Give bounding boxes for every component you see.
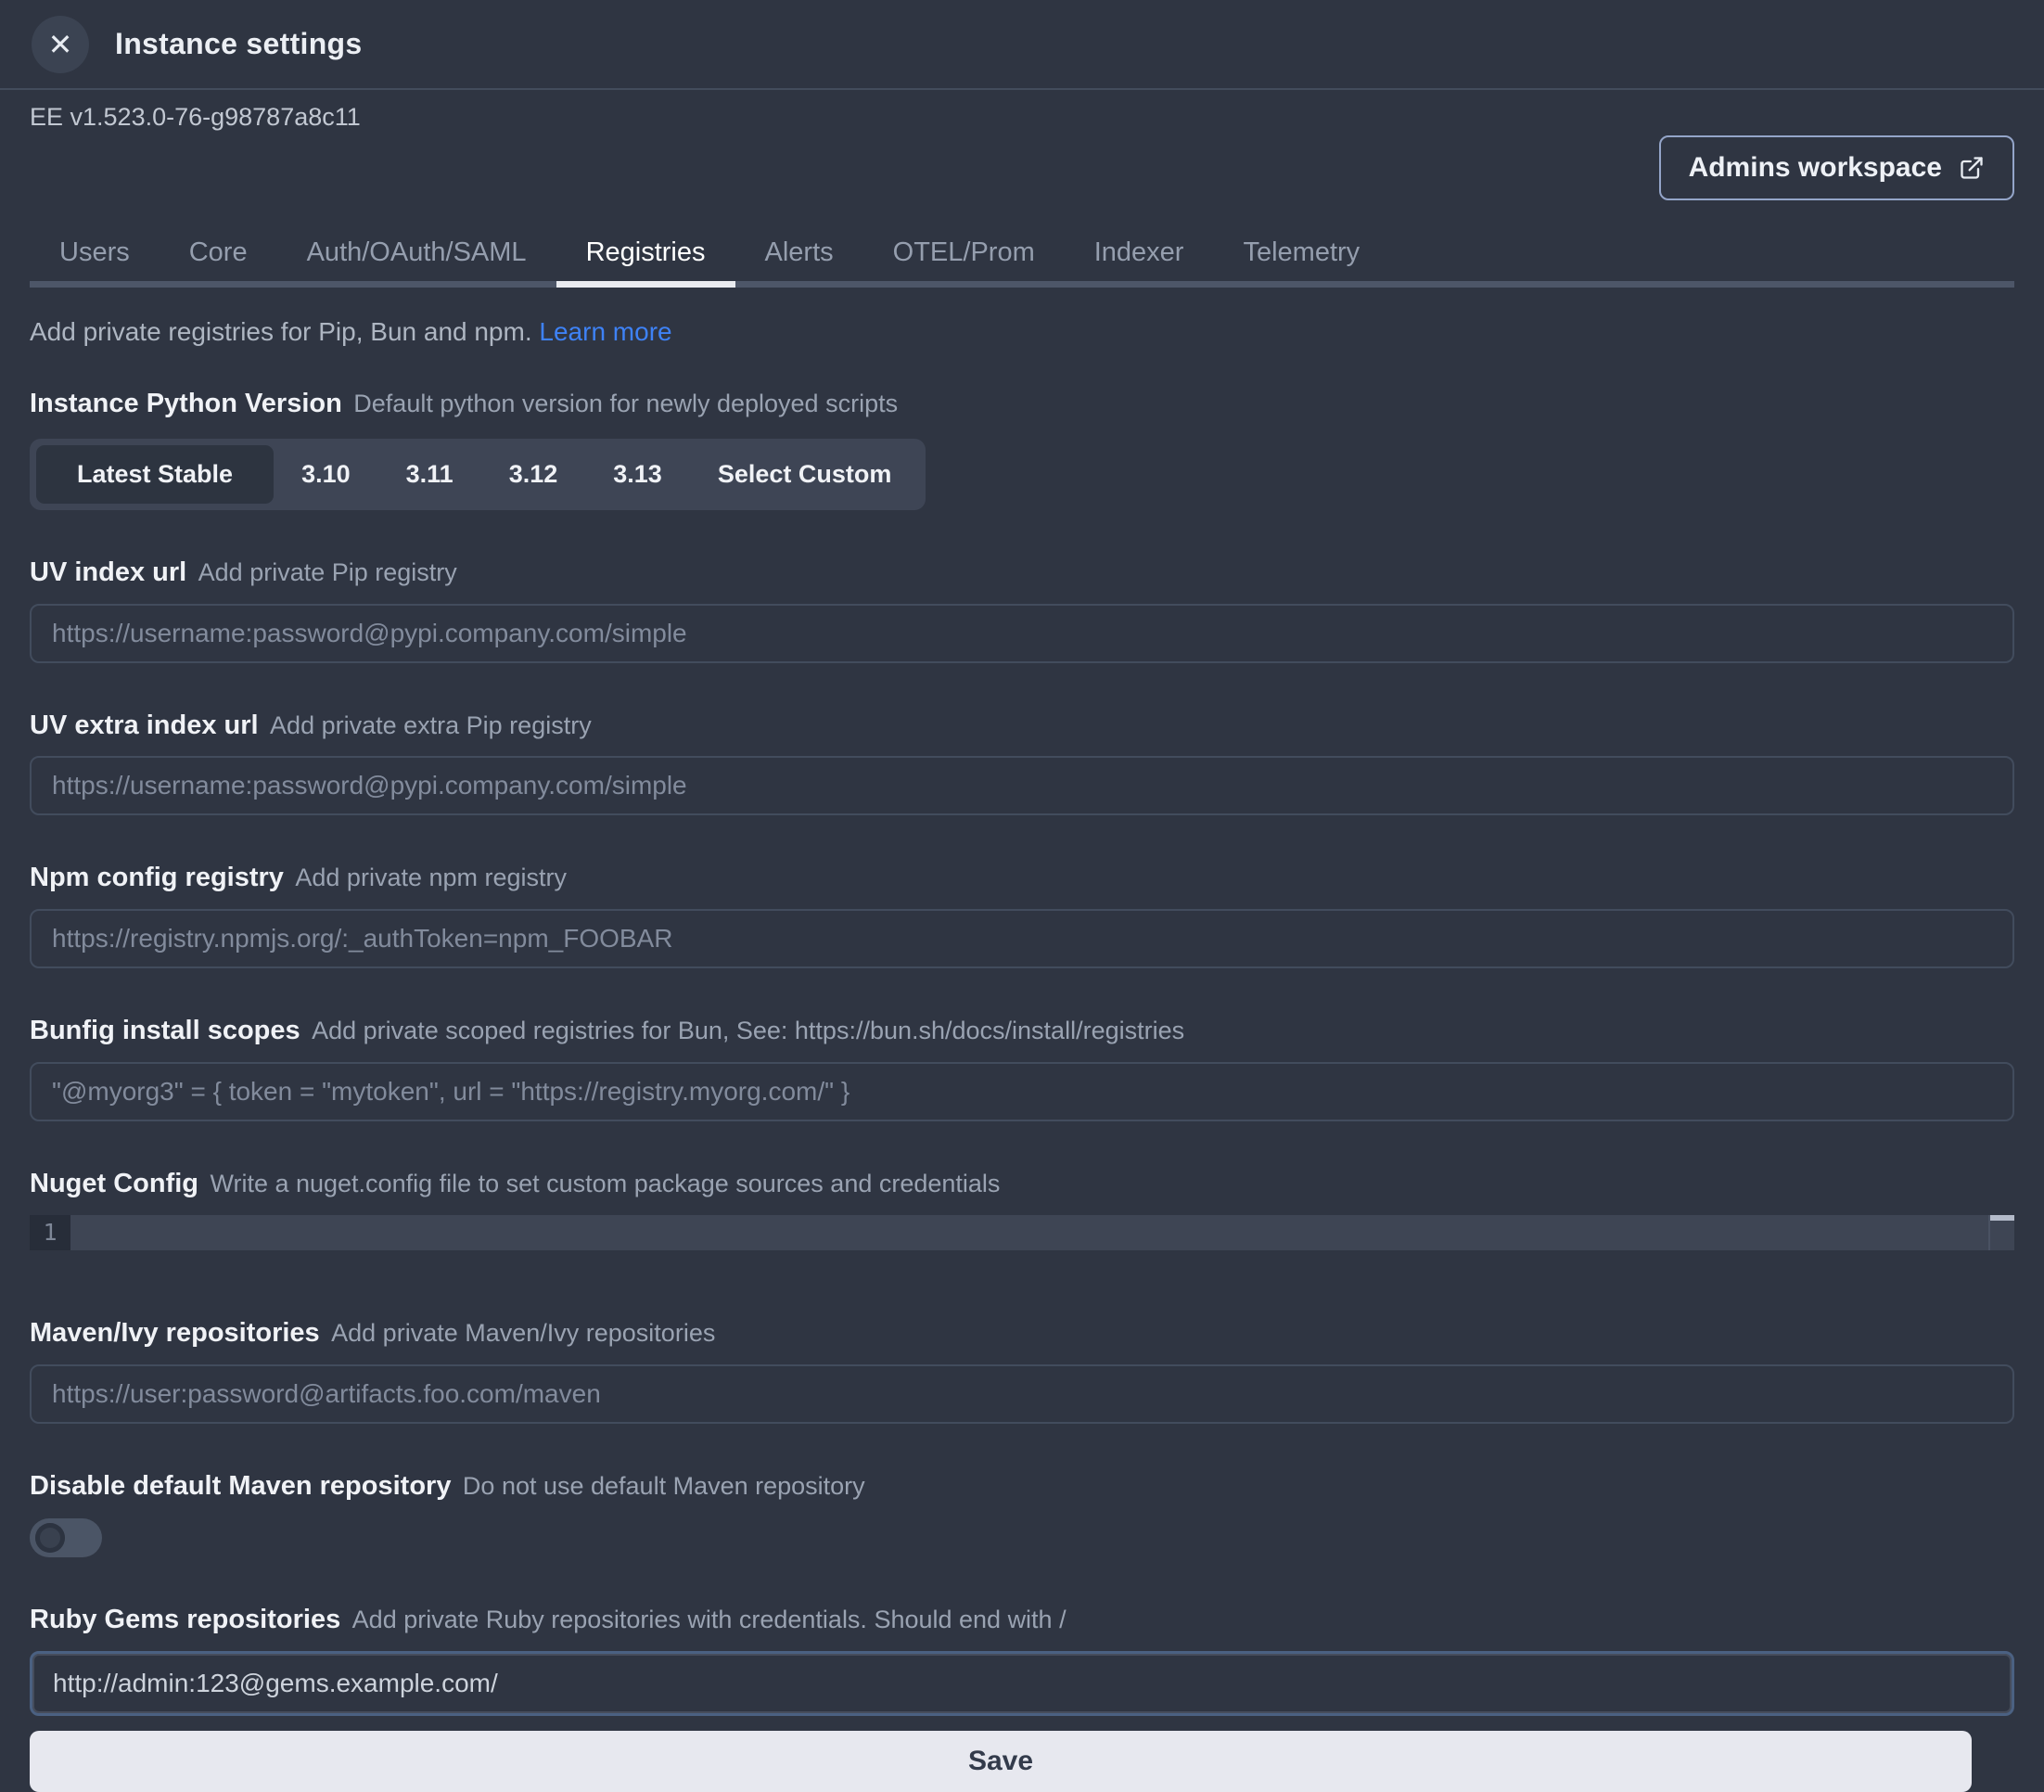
maven-disable-toggle[interactable]: [30, 1518, 102, 1557]
tab-core[interactable]: Core: [160, 224, 277, 281]
close-icon: ✕: [48, 30, 73, 59]
bunfig-input[interactable]: [30, 1062, 2014, 1121]
admins-workspace-label: Admins workspace: [1689, 152, 1942, 184]
maven-disable-label: Disable default Maven repository: [30, 1471, 451, 1501]
ruby-header: Ruby Gems repositories Add private Ruby …: [30, 1604, 2014, 1636]
tab-alerts[interactable]: Alerts: [735, 224, 863, 281]
tabs-underline: [30, 281, 2014, 288]
tab-telemetry[interactable]: Telemetry: [1213, 224, 1389, 281]
editor-scroll-thumb[interactable]: [1990, 1215, 2014, 1221]
ruby-description: Add private Ruby repositories with crede…: [352, 1606, 1067, 1633]
uv-extra-index-header: UV extra index url Add private extra Pip…: [30, 710, 2014, 742]
uv-extra-index-input[interactable]: [30, 756, 2014, 815]
npm-config-header: Npm config registry Add private npm regi…: [30, 862, 2014, 894]
tab-users[interactable]: Users: [30, 224, 160, 281]
tab-registries[interactable]: Registries: [556, 224, 735, 281]
maven-label: Maven/Ivy repositories: [30, 1318, 320, 1348]
version-text: EE v1.523.0-76-g98787a8c11: [30, 103, 2014, 132]
uv-index-description: Add private Pip registry: [198, 558, 457, 586]
registries-intro: Add private registries for Pip, Bun and …: [30, 317, 2014, 347]
external-link-icon: [1959, 155, 1985, 181]
python-option-3-13[interactable]: 3.13: [585, 445, 690, 504]
clipped-heading: Windmill: [30, 90, 2014, 98]
uv-index-header: UV index url Add private Pip registry: [30, 557, 2014, 589]
tab-otel-prom[interactable]: OTEL/Prom: [863, 224, 1065, 281]
maven-header: Maven/Ivy repositories Add private Maven…: [30, 1317, 2014, 1350]
editor-minimap[interactable]: [1988, 1215, 2014, 1250]
nuget-header: Nuget Config Write a nuget.config file t…: [30, 1168, 2014, 1200]
npm-config-description: Add private npm registry: [295, 864, 567, 891]
page-title: Instance settings: [115, 27, 363, 61]
editor-line-number: 1: [30, 1215, 70, 1250]
close-button[interactable]: ✕: [32, 16, 89, 73]
tab-auth-oauth-saml[interactable]: Auth/OAuth/SAML: [277, 224, 556, 281]
nuget-description: Write a nuget.config file to set custom …: [210, 1170, 1000, 1197]
maven-description: Add private Maven/Ivy repositories: [331, 1319, 715, 1347]
python-option-3-11[interactable]: 3.11: [378, 445, 481, 504]
uv-index-input[interactable]: [30, 604, 2014, 663]
maven-disable-header: Disable default Maven repository Do not …: [30, 1470, 2014, 1503]
ruby-gems-input[interactable]: [30, 1651, 2014, 1716]
nuget-label: Nuget Config: [30, 1169, 198, 1198]
bunfig-label: Bunfig install scopes: [30, 1016, 300, 1045]
settings-tabs: Users Core Auth/OAuth/SAML Registries Al…: [30, 224, 2014, 281]
python-version-description: Default python version for newly deploye…: [353, 390, 898, 417]
npm-config-input[interactable]: [30, 909, 2014, 968]
modal-header: ✕ Instance settings: [0, 0, 2044, 90]
toggle-knob: [35, 1523, 65, 1553]
python-option-3-12[interactable]: 3.12: [481, 445, 586, 504]
python-option-latest-stable[interactable]: Latest Stable: [36, 445, 274, 504]
uv-extra-index-description: Add private extra Pip registry: [270, 711, 592, 739]
ruby-label: Ruby Gems repositories: [30, 1605, 340, 1634]
python-version-selector: Latest Stable 3.10 3.11 3.12 3.13 Select…: [30, 439, 926, 510]
python-version-header: Instance Python Version Default python v…: [30, 388, 2014, 420]
python-option-3-10[interactable]: 3.10: [274, 445, 378, 504]
bunfig-description: Add private scoped registries for Bun, S…: [312, 1017, 1184, 1044]
editor-code-area[interactable]: [70, 1215, 1988, 1250]
save-button[interactable]: Save: [30, 1731, 1972, 1792]
python-version-label: Instance Python Version: [30, 389, 342, 418]
admins-workspace-button[interactable]: Admins workspace: [1659, 135, 2014, 200]
learn-more-link[interactable]: Learn more: [539, 317, 671, 346]
nuget-config-editor[interactable]: 1: [30, 1215, 2014, 1250]
python-option-select-custom[interactable]: Select Custom: [690, 445, 920, 504]
maven-input[interactable]: [30, 1364, 2014, 1424]
uv-extra-index-label: UV extra index url: [30, 710, 259, 740]
tab-indexer[interactable]: Indexer: [1065, 224, 1214, 281]
uv-index-label: UV index url: [30, 557, 186, 587]
npm-config-label: Npm config registry: [30, 863, 284, 892]
bunfig-header: Bunfig install scopes Add private scoped…: [30, 1015, 2014, 1047]
intro-text: Add private registries for Pip, Bun and …: [30, 317, 532, 346]
maven-disable-description: Do not use default Maven repository: [463, 1472, 865, 1500]
